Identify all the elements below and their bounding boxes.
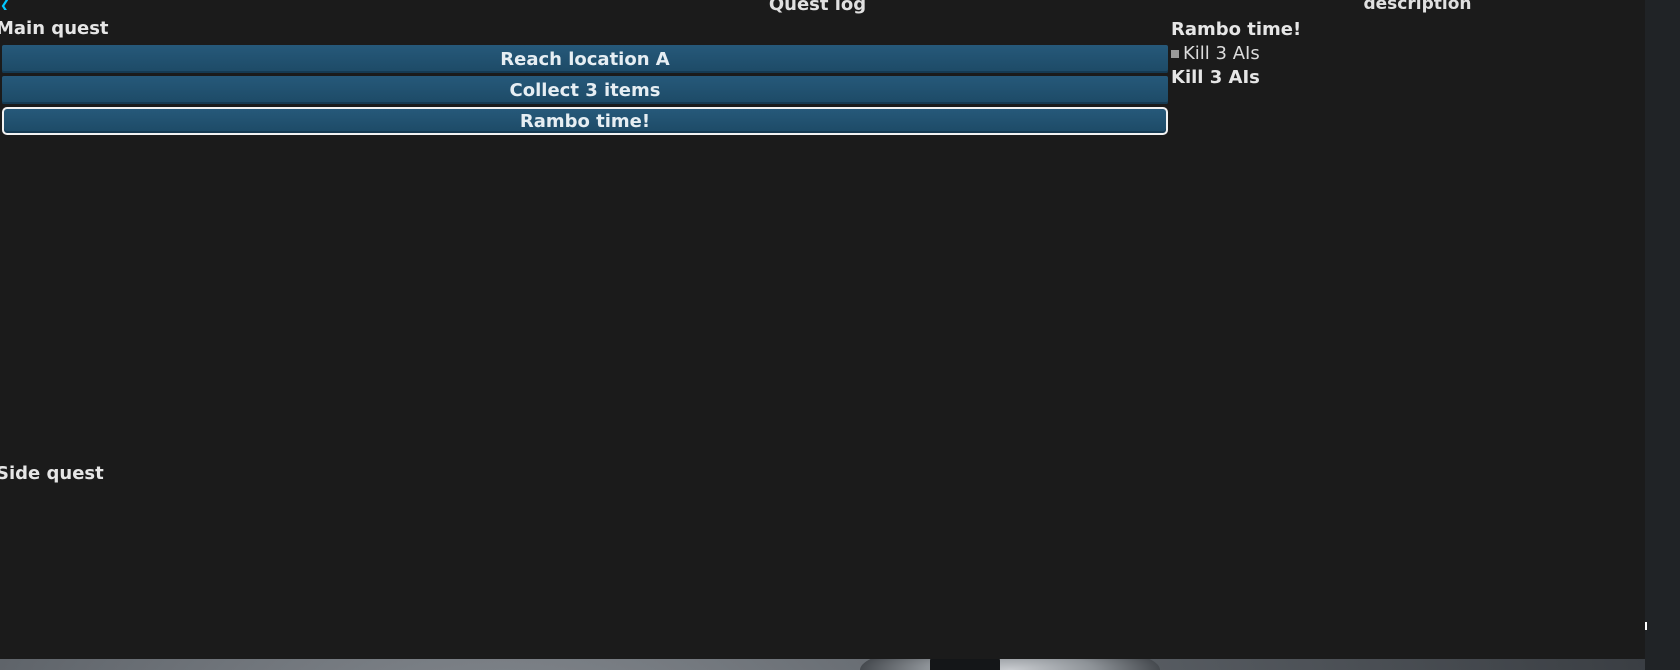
description-title: description [1363, 0, 1472, 14]
quest-button-reach-location-a[interactable]: Reach location A [2, 45, 1168, 73]
back-arrow-icon[interactable]: ❮ [0, 0, 8, 10]
scrollbar-marker [1645, 622, 1647, 630]
objective-label: Kill 3 AIs [1183, 43, 1260, 64]
game-viewport: ❮ Quest log description Main quest Reach… [0, 0, 1680, 670]
objective-item: Kill 3 AIs [1171, 42, 1631, 65]
quest-log-panel: ❮ Quest log description Main quest Reach… [0, 0, 1645, 659]
main-quest-label: Main quest [0, 18, 109, 39]
quest-description-text: Kill 3 AIs [1171, 67, 1260, 88]
main-quest-list: Reach location A Collect 3 items Rambo t… [2, 45, 1168, 138]
side-quest-label: Side quest [0, 463, 104, 484]
quest-button-collect-3-items[interactable]: Collect 3 items [2, 76, 1168, 104]
quest-log-title: Quest log [768, 0, 867, 15]
quest-description: Rambo time! Kill 3 AIs Kill 3 AIs [1171, 18, 1631, 91]
quest-button-rambo-time[interactable]: Rambo time! [2, 107, 1168, 135]
game-world-backdrop [1645, 0, 1680, 670]
selected-quest-name: Rambo time! [1171, 19, 1302, 40]
objective-checkbox-icon [1171, 50, 1179, 58]
